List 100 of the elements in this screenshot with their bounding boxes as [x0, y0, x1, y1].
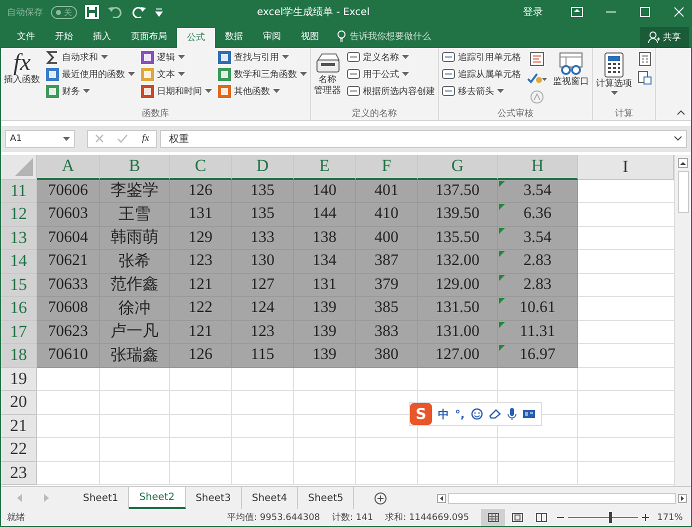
ribbon-tab[interactable]: 插入 [83, 24, 121, 48]
ribbon-button[interactable]: 日期和时间 [141, 84, 212, 99]
name-manager-button[interactable]: 名称 管理器 [314, 50, 341, 107]
row-header[interactable]: 13 [1, 226, 37, 250]
column-header[interactable]: H [498, 154, 578, 180]
ribbon-button[interactable]: 最近使用的函数 [46, 66, 135, 82]
table-cell: 383 [356, 320, 418, 344]
empty-cell [232, 391, 294, 415]
table-cell: 韩雨萌 [100, 226, 170, 250]
table-cell: 127 [232, 274, 294, 298]
row-header[interactable]: 11 [1, 180, 37, 204]
ribbon-button[interactable]: 自动求和 [46, 50, 135, 65]
table-cell: 121 [170, 274, 232, 298]
row-header[interactable]: 12 [1, 203, 37, 227]
window-title: excel学生成绩单 - Excel [257, 6, 371, 20]
ribbon-button[interactable]: 追踪从属单元格 [442, 66, 521, 82]
row-header[interactable]: 14 [1, 250, 37, 274]
ribbon-button[interactable]: 查找与引用 [218, 50, 307, 65]
column-header[interactable]: A [37, 154, 100, 180]
ime-toolbar[interactable]: S 中 °, [409, 402, 542, 426]
table-cell: 134 [294, 250, 356, 274]
column-header[interactable]: D [232, 154, 294, 180]
table-cell: 132.00 [418, 250, 498, 274]
ribbon-button[interactable]: 根据所选内容创建 [347, 84, 435, 99]
empty-cell [170, 368, 232, 392]
row-header[interactable]: 20 [1, 391, 37, 415]
ribbon-button[interactable]: 定义名称 [347, 50, 435, 65]
calculate-now-icon [639, 52, 651, 66]
column-header[interactable]: B [100, 154, 170, 180]
ribbon-tab[interactable]: 公式 [177, 28, 215, 48]
punctuation-button[interactable]: °, [455, 408, 465, 420]
previous-sheet-icon [17, 494, 23, 502]
tell-me-search[interactable]: 告诉我你想要做什么 [329, 24, 640, 48]
ribbon-button[interactable]: 移去箭头 [442, 84, 521, 99]
group-label: 定义的名称 [351, 108, 398, 120]
row-header[interactable]: 17 [1, 320, 37, 344]
table-cell: 70604 [37, 226, 100, 250]
calc-options-button[interactable]: 计算选项 [596, 50, 632, 107]
row-header[interactable]: 15 [1, 274, 37, 298]
table-cell: 387 [356, 250, 418, 274]
ribbon-button[interactable]: 追踪引用单元格 [442, 50, 521, 65]
group-label: 计算 [614, 108, 634, 120]
table-cell: 王雪 [100, 203, 170, 227]
function-category-icon [141, 68, 154, 81]
scroll-up-icon [678, 158, 688, 168]
column-header[interactable]: C [170, 154, 232, 180]
table-cell: 139 [294, 344, 356, 368]
row-header[interactable]: 18 [1, 344, 37, 368]
row-header[interactable]: 22 [1, 438, 37, 462]
group-label: 公式审核 [496, 108, 534, 120]
column-header[interactable]: I [578, 154, 674, 180]
ribbon-tab[interactable]: 文件 [7, 24, 45, 48]
vertical-scrollbar[interactable] [674, 154, 691, 486]
watch-window-button[interactable]: 监视窗口 [553, 50, 589, 107]
slider-thumb[interactable] [609, 512, 612, 524]
table-cell: 6.36 [498, 203, 578, 227]
empty-cell [232, 414, 294, 438]
table-cell: 135 [232, 180, 294, 204]
zoom-in-button[interactable] [642, 514, 650, 522]
ribbon-button[interactable]: 财务 [46, 84, 135, 99]
page-icon [512, 513, 523, 522]
share-button[interactable]: 共享 [640, 26, 689, 48]
table-cell: 张瑞鑫 [100, 344, 170, 368]
trace-icon [442, 68, 455, 80]
formula-field[interactable]: 权重 [160, 130, 687, 148]
row-header[interactable]: 21 [1, 414, 37, 438]
ribbon-button[interactable]: 文本 [141, 66, 212, 82]
eraser-icon [488, 409, 501, 419]
show-formulas-icon [530, 52, 544, 66]
zoom-level[interactable]: 171% [657, 512, 683, 523]
card-file-icon [314, 52, 340, 74]
ribbon-button[interactable]: 用于公式 [347, 66, 435, 82]
input-mode-button[interactable]: 中 [438, 406, 449, 422]
insert-function-button[interactable]: fx 插入函数 [4, 50, 40, 107]
row-header[interactable]: 19 [1, 368, 37, 392]
insert-function-button[interactable]: fx [142, 133, 150, 144]
table-cell: 70608 [37, 297, 100, 321]
ribbon-tab[interactable]: 审阅 [253, 24, 291, 48]
table-cell: 131.50 [418, 297, 498, 321]
table-cell: 131 [294, 274, 356, 298]
scroll-thumb[interactable] [678, 170, 688, 213]
table-cell: 115 [232, 344, 294, 368]
name-box[interactable]: A1 [5, 130, 75, 148]
ribbon-tab[interactable]: 视图 [291, 24, 329, 48]
row-header[interactable]: 23 [1, 462, 37, 486]
ribbon-button[interactable]: 数学和三角函数 [218, 66, 307, 82]
normal-view-button[interactable] [481, 509, 506, 526]
ribbon-button[interactable]: 逻辑 [141, 50, 212, 65]
ribbon-tab[interactable]: 开始 [45, 24, 83, 48]
ribbon-button[interactable]: 其他函数 [218, 84, 307, 99]
login-link[interactable]: 登录 [523, 5, 543, 20]
column-header[interactable]: E [294, 154, 356, 180]
keyboard-icon [522, 409, 535, 419]
row-header[interactable]: 16 [1, 297, 37, 321]
column-header[interactable]: G [418, 154, 498, 180]
table-cell: 张希 [100, 250, 170, 274]
column-header[interactable]: F [356, 154, 418, 180]
sheet-tab[interactable]: Sheet2 [129, 487, 186, 510]
ribbon-tab[interactable]: 页面布局 [121, 24, 177, 48]
ribbon-tab[interactable]: 数据 [215, 24, 253, 48]
